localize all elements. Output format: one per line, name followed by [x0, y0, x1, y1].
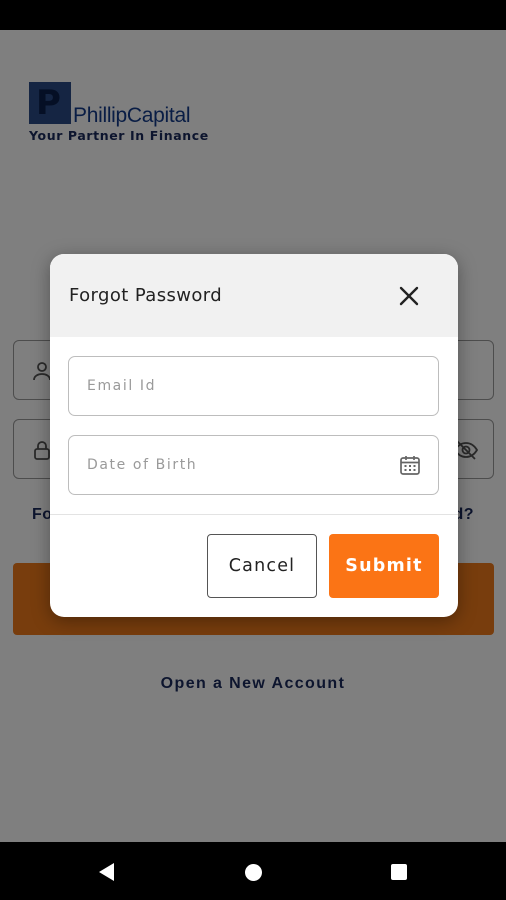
nav-recents-button[interactable]	[387, 860, 411, 884]
status-bar	[0, 0, 506, 30]
submit-button[interactable]: Submit	[329, 534, 439, 598]
dob-input[interactable]	[69, 436, 438, 494]
dob-field[interactable]	[68, 435, 439, 495]
email-input[interactable]	[69, 357, 438, 415]
recents-icon	[391, 864, 407, 880]
nav-back-button[interactable]	[94, 860, 118, 884]
nav-home-button[interactable]	[241, 860, 265, 884]
calendar-icon[interactable]	[398, 453, 422, 477]
close-icon[interactable]	[396, 283, 422, 309]
dialog-divider	[50, 514, 458, 515]
android-nav-bar	[0, 842, 506, 900]
dialog-header: Forgot Password	[50, 254, 458, 337]
email-field[interactable]	[68, 356, 439, 416]
back-icon	[98, 863, 114, 881]
cancel-button[interactable]: Cancel	[207, 534, 317, 598]
home-icon	[244, 863, 262, 881]
dialog-title: Forgot Password	[69, 285, 223, 306]
forgot-password-dialog: Forgot Password Cancel Submit	[50, 254, 458, 617]
